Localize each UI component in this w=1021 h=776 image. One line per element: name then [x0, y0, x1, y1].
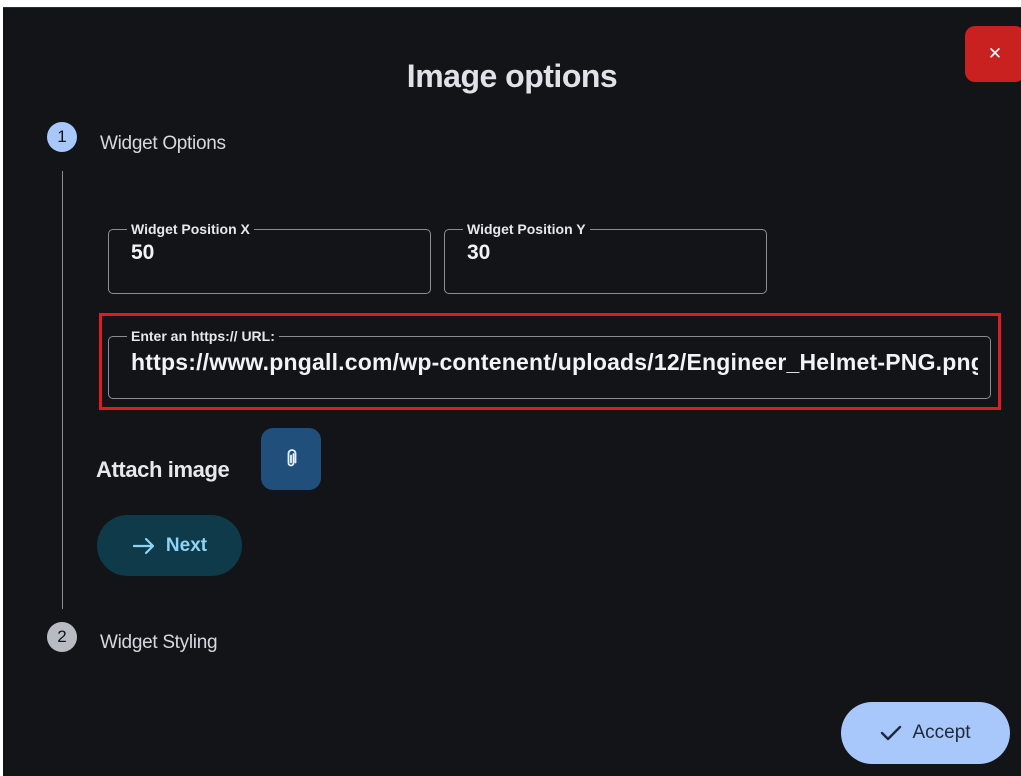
- step-1-indicator[interactable]: 1: [47, 122, 77, 152]
- image-url-label: Enter an https:// URL:: [131, 328, 275, 344]
- step-connector-line: [62, 171, 63, 609]
- image-options-dialog: ✕ Image options 1 Widget Options Widget …: [3, 7, 1021, 776]
- image-url-input[interactable]: [121, 349, 978, 376]
- next-button[interactable]: Next: [97, 515, 242, 576]
- paperclip-icon: [284, 449, 298, 469]
- widget-position-y-label: Widget Position Y: [467, 221, 586, 237]
- widget-position-y-field: Widget Position Y: [444, 221, 767, 294]
- widget-position-x-field: Widget Position X: [108, 221, 431, 294]
- attach-image-button[interactable]: [261, 428, 321, 490]
- dialog-title: Image options: [406, 58, 618, 94]
- widget-position-x-label: Widget Position X: [131, 221, 250, 237]
- accept-button-label: Accept: [912, 722, 971, 743]
- check-icon: [880, 724, 902, 742]
- step-2-label[interactable]: Widget Styling: [100, 632, 218, 654]
- step-2-indicator[interactable]: 2: [47, 622, 77, 652]
- next-button-label: Next: [165, 534, 208, 556]
- attach-image-label: Attach image: [96, 457, 230, 482]
- arrow-right-icon: [132, 537, 156, 555]
- step-1-label[interactable]: Widget Options: [100, 133, 226, 155]
- accept-button[interactable]: Accept: [841, 702, 1010, 764]
- widget-position-y-input[interactable]: [457, 241, 754, 265]
- widget-position-x-input[interactable]: [121, 241, 418, 265]
- image-url-field: Enter an https:// URL:: [108, 328, 991, 399]
